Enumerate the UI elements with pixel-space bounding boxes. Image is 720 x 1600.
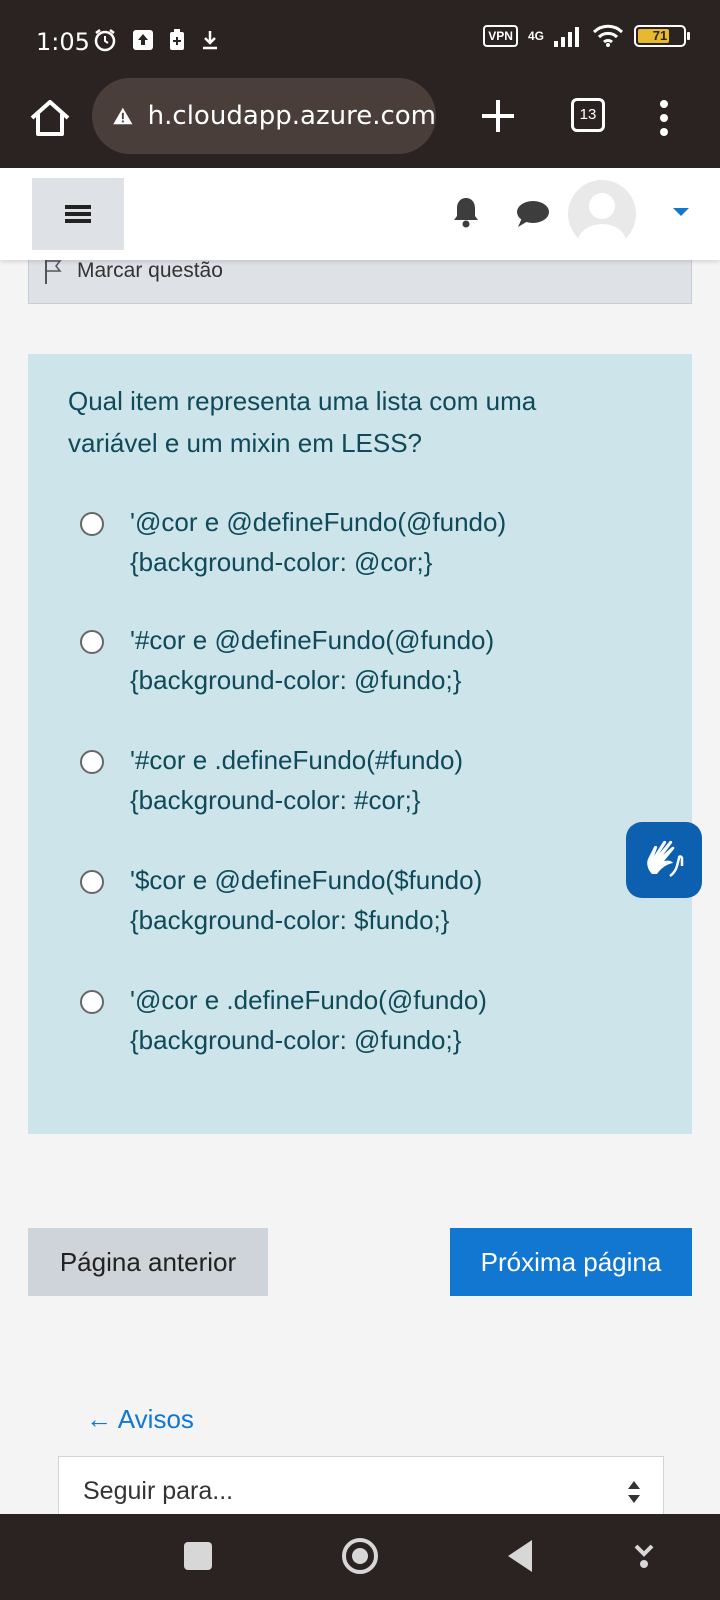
answer-label: '#cor e @defineFundo(@fundo) {background… — [130, 625, 495, 695]
signal-icon — [554, 27, 579, 47]
tabs-button[interactable]: 13 — [571, 98, 605, 132]
status-bar: 1:05 VPN 4G 71 — [0, 0, 720, 72]
sign-language-button[interactable] — [626, 822, 702, 898]
chevron-down-icon[interactable] — [673, 208, 689, 216]
previous-page-button[interactable]: Página anterior — [28, 1228, 268, 1296]
radio-button[interactable] — [80, 990, 104, 1014]
hamburger-icon — [65, 202, 91, 226]
select-arrows-icon — [628, 1481, 640, 1503]
more-vert-icon[interactable] — [652, 94, 676, 142]
answer-option-3[interactable]: '#cor e .defineFundo(#fundo) {background… — [80, 740, 610, 820]
avatar[interactable] — [568, 180, 636, 248]
next-page-button[interactable]: Próxima página — [450, 1228, 692, 1296]
answer-option-5[interactable]: '@cor e .defineFundo(@fundo) {background… — [80, 980, 610, 1060]
download-icon — [203, 31, 217, 50]
radio-button[interactable] — [80, 630, 104, 654]
recents-icon[interactable] — [184, 1542, 212, 1570]
answer-label: '$cor e @defineFundo($fundo) {background… — [130, 865, 483, 935]
answer-option-2[interactable]: '#cor e @defineFundo(@fundo) {background… — [80, 620, 610, 700]
answer-option-1[interactable]: '@cor e @defineFundo(@fundo) {background… — [80, 502, 610, 582]
avatar-icon — [578, 193, 626, 248]
hamburger-button[interactable] — [32, 178, 124, 250]
hide-keyboard-icon[interactable] — [632, 1542, 656, 1570]
radio-button[interactable] — [80, 870, 104, 894]
system-nav-bar — [0, 1514, 720, 1600]
browser-toolbar: h.cloudapp.azure.com 13 — [0, 72, 720, 168]
status-icons-right: VPN 4G 71 — [483, 24, 690, 48]
battery-saver-icon — [170, 29, 184, 50]
address-bar[interactable]: h.cloudapp.azure.com — [92, 78, 436, 154]
vpn-badge: VPN — [483, 25, 518, 47]
status-icons-left — [92, 27, 220, 53]
battery-icon: 71 — [634, 25, 690, 47]
wifi-icon — [592, 24, 624, 47]
alarm-icon — [94, 29, 116, 52]
network-type: 4G — [527, 29, 544, 43]
plus-icon[interactable] — [476, 94, 520, 138]
radio-button[interactable] — [80, 750, 104, 774]
moodle-header — [0, 168, 720, 260]
question-text: Qual item representa uma lista com uma v… — [68, 386, 537, 458]
home-icon[interactable] — [26, 94, 74, 142]
warning-icon[interactable] — [112, 101, 134, 131]
bell-icon[interactable] — [452, 196, 480, 228]
answer-label: '@cor e .defineFundo(@fundo) {background… — [130, 985, 487, 1055]
jump-select-value: Seguir para... — [83, 1477, 234, 1505]
battery-level: 71 — [652, 28, 668, 43]
answer-option-4[interactable]: '$cor e @defineFundo($fundo) {background… — [80, 860, 610, 940]
radio-button[interactable] — [80, 512, 104, 536]
nav-back-icon[interactable] — [508, 1540, 532, 1572]
question-card: Qual item representa uma lista com uma v… — [28, 354, 692, 1134]
answer-label: '@cor e @defineFundo(@fundo) {background… — [130, 507, 507, 577]
sign-language-icon — [647, 840, 684, 878]
flag-icon — [45, 260, 62, 284]
nav-home-icon[interactable] — [342, 1538, 378, 1574]
upload-icon — [133, 30, 153, 50]
status-time: 1:05 — [36, 28, 90, 56]
url-text[interactable]: h.cloudapp.azure.com — [148, 101, 436, 131]
back-link-avisos[interactable]: ← Avisos — [86, 1404, 194, 1435]
flag-label[interactable]: Marcar questão — [77, 259, 223, 283]
chat-icon[interactable] — [516, 200, 550, 228]
answer-label: '#cor e .defineFundo(#fundo) {background… — [130, 745, 464, 815]
